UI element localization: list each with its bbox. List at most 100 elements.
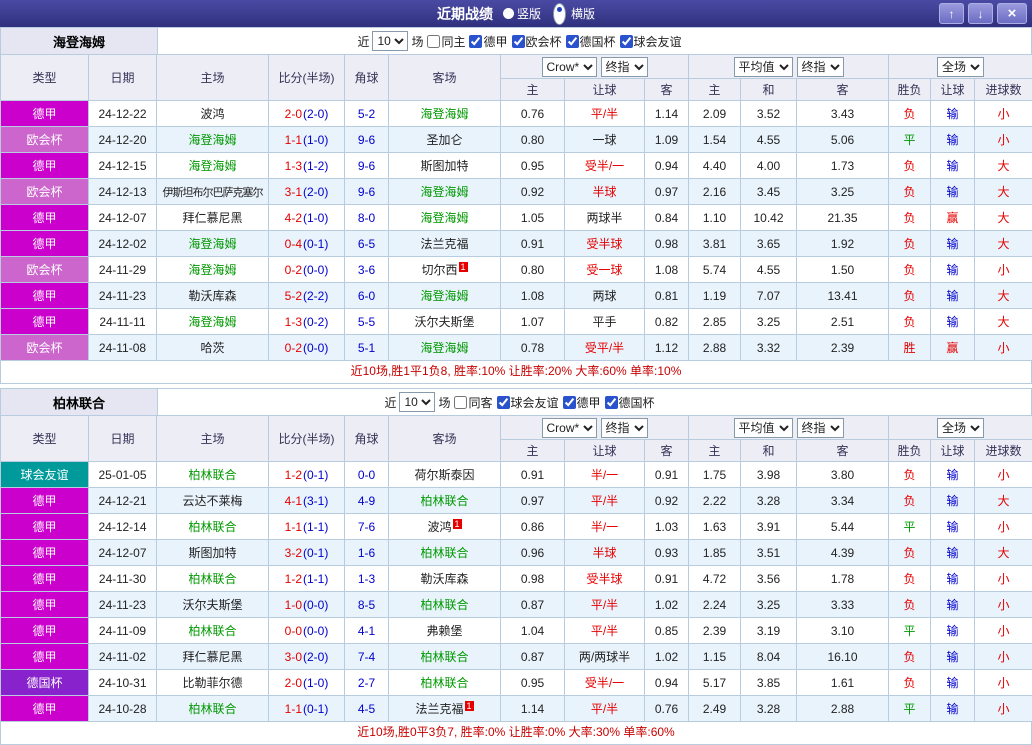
result-goals: 小 [975, 127, 1032, 153]
column-header: 角球 [345, 55, 389, 101]
radio-icon[interactable] [503, 8, 514, 19]
home-team-name: 波鸿 [200, 107, 224, 121]
filter-option-同客[interactable]: 同客 [454, 394, 492, 411]
checkbox-label: 球会友谊 [511, 394, 559, 411]
away-team-cell: 斯图加特 [389, 153, 501, 179]
checkbox-德国杯[interactable] [566, 35, 579, 48]
checkbox-球会友谊[interactable] [497, 396, 510, 409]
home-team-name: 拜仁慕尼黑 [182, 650, 242, 664]
asia-final-select[interactable]: 终指 [601, 57, 648, 77]
filter-option-欧会杯[interactable]: 欧会杯 [512, 33, 562, 50]
checkbox-label: 德甲 [577, 394, 601, 411]
results-table: 类型日期主场比分(半场)角球客场Crow*终指平均值终指全场主让球客主和客胜负让… [0, 415, 1032, 722]
euro-home-odds: 1.54 [689, 127, 741, 153]
corners-cell: 7-4 [345, 644, 389, 670]
asia-home-odds: 0.91 [501, 462, 565, 488]
asia-handicap: 平/半 [565, 696, 645, 722]
filter-option-德甲[interactable]: 德甲 [563, 394, 601, 411]
match-count-select[interactable]: 10 [372, 31, 408, 51]
result-wdl: 胜 [889, 335, 931, 361]
result-handicap: 输 [931, 618, 975, 644]
away-team-cell: 柏林联合 [389, 670, 501, 696]
result-wdl: 负 [889, 566, 931, 592]
checkbox-球会友谊[interactable] [620, 35, 633, 48]
layout-radio-horizontal[interactable]: 横版 [551, 3, 595, 25]
scroll-down-button[interactable]: ↓ [968, 3, 993, 24]
fulltime-select[interactable]: 全场 [937, 57, 984, 77]
bookmaker-select[interactable]: Crow* [542, 418, 597, 438]
asia-away-odds: 0.91 [645, 566, 689, 592]
corners-cell: 6-0 [345, 283, 389, 309]
result-wdl: 负 [889, 670, 931, 696]
match-row: 德甲24-12-14柏林联合1-1(1-1)7-6波鸿10.86半/一1.031… [1, 514, 1032, 540]
checkbox-德甲[interactable] [563, 396, 576, 409]
euro-final-select[interactable]: 终指 [797, 57, 844, 77]
home-team-cell: 波鸿 [157, 101, 269, 127]
euro-draw-odds: 10.42 [741, 205, 797, 231]
league-cell: 德甲 [1, 618, 89, 644]
filter-option-德国杯[interactable]: 德国杯 [605, 394, 655, 411]
asia-away-odds: 1.03 [645, 514, 689, 540]
corners-cell: 7-6 [345, 514, 389, 540]
euro-final-select[interactable]: 终指 [797, 418, 844, 438]
sub-column-header: 和 [741, 440, 797, 462]
corners-cell: 8-5 [345, 592, 389, 618]
filter-option-球会友谊[interactable]: 球会友谊 [497, 394, 559, 411]
asia-away-odds: 0.85 [645, 618, 689, 644]
checkbox-同客[interactable] [454, 396, 467, 409]
fulltime-select[interactable]: 全场 [937, 418, 984, 438]
euro-average-select[interactable]: 平均值 [734, 418, 793, 438]
checkbox-欧会杯[interactable] [512, 35, 525, 48]
layout-radio-vertical[interactable]: 竖版 [503, 5, 541, 22]
column-header: 客场 [389, 55, 501, 101]
asia-away-odds: 1.09 [645, 127, 689, 153]
checkbox-德国杯[interactable] [605, 396, 618, 409]
away-team-cell: 沃尔夫斯堡 [389, 309, 501, 335]
euro-draw-odds: 3.19 [741, 618, 797, 644]
asia-final-select[interactable]: 终指 [601, 418, 648, 438]
result-wdl: 负 [889, 257, 931, 283]
home-team-name: 海登海姆 [188, 237, 236, 251]
filter-bar: 近10场同客球会友谊德甲德国杯 [158, 389, 1031, 415]
asia-handicap: 受半/一 [565, 153, 645, 179]
checkbox-同主[interactable] [427, 35, 440, 48]
filter-option-德国杯[interactable]: 德国杯 [566, 33, 616, 50]
result-wdl: 负 [889, 283, 931, 309]
filter-option-德甲[interactable]: 德甲 [469, 33, 507, 50]
match-row: 德甲24-11-11海登海姆1-3(0-2)5-5沃尔夫斯堡1.07平手0.82… [1, 309, 1032, 335]
euro-average-select[interactable]: 平均值 [734, 57, 793, 77]
filter-option-球会友谊[interactable]: 球会友谊 [620, 33, 682, 50]
radio-label-vertical: 竖版 [517, 5, 541, 22]
result-wdl: 负 [889, 462, 931, 488]
away-team-cell: 海登海姆 [389, 335, 501, 361]
home-team-name: 斯图加特 [188, 546, 236, 560]
away-team-name: 弗赖堡 [426, 624, 462, 638]
home-team-cell: 海登海姆 [157, 257, 269, 283]
fulltime-score: 1-3 [285, 315, 302, 329]
asia-handicap: 两/两球半 [565, 644, 645, 670]
halftime-score: (1-0) [303, 211, 328, 225]
away-team-name: 勒沃库森 [420, 572, 468, 586]
match-row: 欧会杯24-11-08哈茨0-2(0-0)5-1海登海姆0.78受平/半1.12… [1, 335, 1032, 361]
team-name-header: 海登海姆 [1, 28, 158, 54]
red-card-badge: 1 [453, 519, 462, 529]
close-button[interactable]: × [997, 3, 1027, 24]
scroll-up-button[interactable]: ↑ [939, 3, 964, 24]
asia-home-odds: 0.78 [501, 335, 565, 361]
checkbox-德甲[interactable] [469, 35, 482, 48]
date-cell: 24-11-30 [89, 566, 157, 592]
radio-icon[interactable] [553, 3, 566, 25]
league-cell: 德甲 [1, 283, 89, 309]
home-team-cell: 海登海姆 [157, 309, 269, 335]
column-header: 客场 [389, 416, 501, 462]
bookmaker-select[interactable]: Crow* [542, 57, 597, 77]
home-team-name: 海登海姆 [188, 263, 236, 277]
league-cell: 德甲 [1, 488, 89, 514]
score-cell: 5-2(2-2) [269, 283, 345, 309]
fulltime-score: 1-3 [285, 159, 302, 173]
halftime-score: (0-0) [303, 624, 328, 638]
filter-option-同主[interactable]: 同主 [427, 33, 465, 50]
match-count-select[interactable]: 10 [399, 392, 435, 412]
page-title: 近期战绩 [437, 4, 493, 24]
away-team-cell: 圣加仑 [389, 127, 501, 153]
